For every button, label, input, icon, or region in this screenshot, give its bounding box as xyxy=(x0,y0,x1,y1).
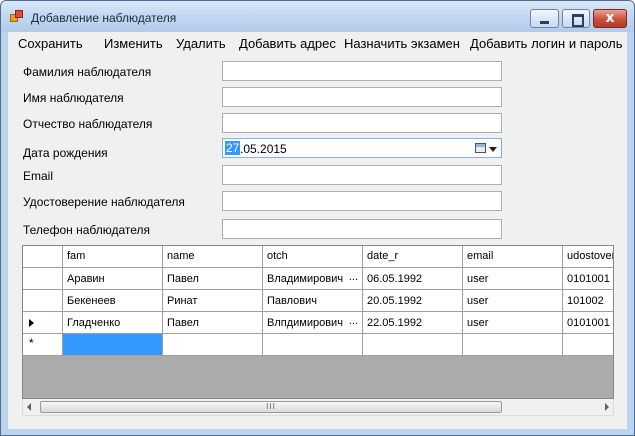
cell-otch-text: Влпдимирович xyxy=(267,317,343,329)
menu-assign-exam[interactable]: Назначить экзамен xyxy=(344,36,460,51)
birth-date-label: Дата рождения xyxy=(23,146,108,160)
col-header-otch[interactable]: otch xyxy=(263,246,363,268)
maximize-icon[interactable] xyxy=(562,9,590,28)
cell-otch-text: Владимирович xyxy=(267,273,344,285)
row-header[interactable] xyxy=(23,290,63,312)
cell-email[interactable]: user xyxy=(463,268,563,290)
cell-udostover[interactable]: 101002 xyxy=(563,290,613,312)
col-header-udostover[interactable]: udostover xyxy=(563,246,613,268)
id-label: Удостоверение наблюдателя xyxy=(23,195,185,209)
last-name-label: Фамилия наблюдателя xyxy=(23,65,152,79)
row-header[interactable] xyxy=(23,312,63,334)
cell-otch[interactable]: Влпдимирович... xyxy=(263,312,363,334)
cell-otch-new[interactable] xyxy=(263,334,363,356)
current-row-arrow-icon xyxy=(29,319,34,327)
first-name-input[interactable] xyxy=(222,87,502,107)
cell-fam[interactable]: Гладченко xyxy=(63,312,163,334)
cell-email[interactable]: user xyxy=(463,290,563,312)
cell-fam[interactable]: Аравин xyxy=(63,268,163,290)
menu-delete[interactable]: Удалить xyxy=(176,36,226,51)
menu-add-login[interactable]: Добавить логин и пароль xyxy=(470,36,623,51)
email-input[interactable] xyxy=(222,165,502,185)
menu-save[interactable]: Сохранить xyxy=(18,36,83,51)
cell-fam-new[interactable] xyxy=(63,334,163,356)
scroll-left-icon[interactable] xyxy=(27,403,31,411)
calendar-icon[interactable] xyxy=(475,143,486,153)
cell-date-r-new[interactable] xyxy=(363,334,463,356)
cell-otch[interactable]: Владимирович... xyxy=(263,268,363,290)
row-header[interactable] xyxy=(23,268,63,290)
cell-date-r[interactable]: 20.05.1992 xyxy=(363,290,463,312)
scrollbar-thumb[interactable]: III xyxy=(40,401,502,413)
menu-bar: Сохранить Изменить Удалить Добавить адре… xyxy=(8,32,627,54)
email-label: Email xyxy=(23,169,54,183)
horizontal-scrollbar[interactable]: III xyxy=(22,399,614,416)
last-name-input[interactable] xyxy=(222,61,502,81)
cell-email[interactable]: user xyxy=(463,312,563,334)
close-icon-glyph: x xyxy=(605,10,615,26)
client-area: Сохранить Изменить Удалить Добавить адре… xyxy=(8,32,627,429)
cell-name[interactable]: Павел xyxy=(163,312,263,334)
cell-udostover-new[interactable] xyxy=(563,334,613,356)
close-icon[interactable]: x xyxy=(593,9,627,28)
col-header-date-r[interactable]: date_r xyxy=(363,246,463,268)
id-input[interactable] xyxy=(222,191,502,211)
cell-name[interactable]: Ринат xyxy=(163,290,263,312)
col-header-fam[interactable]: fam xyxy=(63,246,163,268)
menu-add-address[interactable]: Добавить адрес xyxy=(239,36,336,51)
ellipsis-icon: ... xyxy=(348,271,358,283)
new-row-marker: * xyxy=(29,336,34,350)
cell-name[interactable]: Павел xyxy=(163,268,263,290)
middle-name-label: Отчество наблюдателя xyxy=(23,117,153,131)
middle-name-input[interactable] xyxy=(222,113,502,133)
cell-name-new[interactable] xyxy=(163,334,263,356)
grid-corner-cell[interactable] xyxy=(23,246,63,268)
cell-udostover[interactable]: 0101001 xyxy=(563,312,613,334)
ellipsis-icon: ... xyxy=(348,315,358,327)
cell-date-r[interactable]: 06.05.1992 xyxy=(363,268,463,290)
chevron-down-icon[interactable] xyxy=(489,147,497,152)
col-header-name[interactable]: name xyxy=(163,246,263,268)
cell-date-r[interactable]: 22.05.1992 xyxy=(363,312,463,334)
minimize-icon[interactable] xyxy=(530,9,559,28)
col-header-email[interactable]: email xyxy=(463,246,563,268)
cell-udostover[interactable]: 0101001 xyxy=(563,268,613,290)
cell-fam[interactable]: Бекенеев xyxy=(63,290,163,312)
phone-label: Телефон наблюдателя xyxy=(23,223,151,237)
birth-date-day-selected[interactable]: 27 xyxy=(225,141,241,155)
phone-input[interactable] xyxy=(222,219,502,239)
scroll-right-icon[interactable] xyxy=(605,403,609,411)
row-header[interactable]: * xyxy=(23,334,63,356)
first-name-label: Имя наблюдателя xyxy=(23,91,124,105)
window: Добавление наблюдателя x Сохранить Измен… xyxy=(0,0,635,436)
title-bar[interactable]: Добавление наблюдателя x xyxy=(1,1,634,32)
window-title: Добавление наблюдателя xyxy=(31,11,177,25)
menu-edit[interactable]: Изменить xyxy=(104,36,163,51)
cell-otch[interactable]: Павлович xyxy=(263,290,363,312)
birth-date-rest[interactable]: .05.2015 xyxy=(240,142,287,156)
app-icon[interactable] xyxy=(10,10,24,23)
birth-date-picker[interactable]: 27 .05.2015 xyxy=(222,138,502,158)
data-grid[interactable]: fam name otch date_r email udostover Ара… xyxy=(22,245,614,399)
cell-email-new[interactable] xyxy=(463,334,563,356)
